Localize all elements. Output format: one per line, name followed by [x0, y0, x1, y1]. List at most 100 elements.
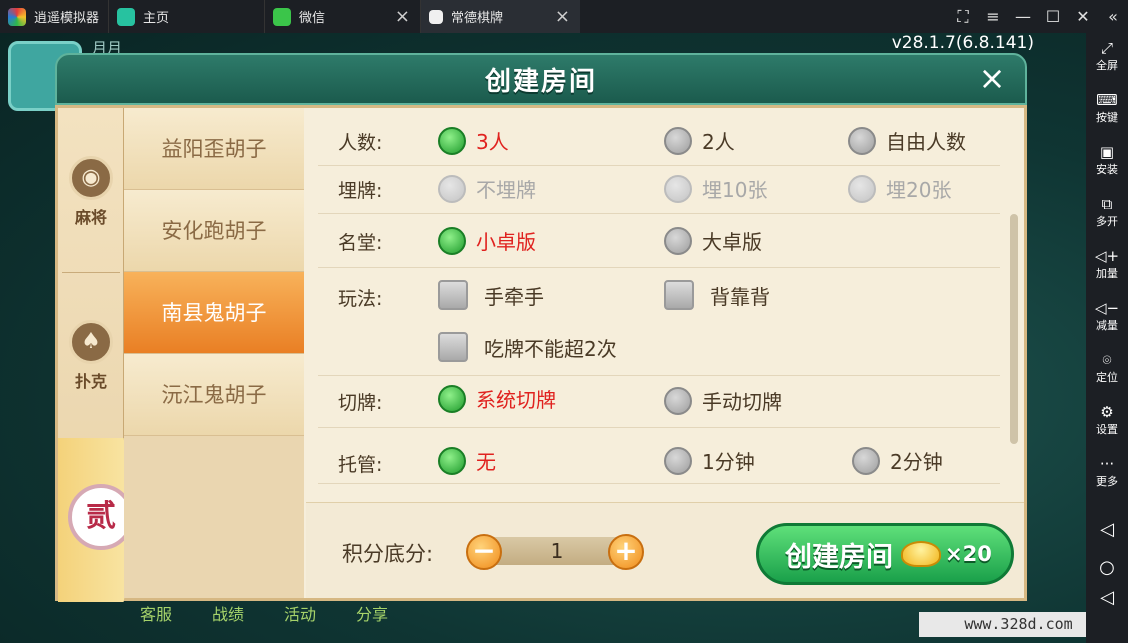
home-circle-icon: ○ [1099, 557, 1115, 578]
options-scrollbar[interactable] [1010, 214, 1018, 444]
checkbox-label: 吃牌不能超2次 [484, 336, 617, 361]
create-room-label: 创建房间 [785, 541, 893, 573]
radio-label: 手动切牌 [702, 390, 782, 414]
app-logo-tab[interactable]: 逍遥模拟器 [0, 0, 108, 33]
option-label-hall: 名堂: [338, 232, 383, 254]
plus-button[interactable]: + [608, 534, 644, 570]
checkbox-icon [664, 280, 694, 310]
dialog-footer: 积分底分: 1 − + 创建房间 ×20 [306, 502, 1024, 598]
radio-off-icon [664, 446, 692, 475]
radio-no-bury: 不埋牌 [438, 174, 536, 203]
sidebar-label: 减量 [1096, 319, 1118, 332]
radio-trustee-1min[interactable]: 1分钟 [664, 446, 755, 475]
radio-big-table[interactable]: 大卓版 [664, 226, 762, 255]
radio-off-icon [848, 126, 876, 155]
radio-2-players[interactable]: 2人 [664, 126, 735, 155]
nav-service[interactable]: 客服 [140, 601, 172, 625]
sidebar-keymap[interactable]: ⌨ 按键 [1086, 91, 1128, 125]
radio-system-cut[interactable]: 系统切牌 [438, 384, 556, 413]
gear-icon: ⚙ [1100, 403, 1114, 421]
radio-small-table[interactable]: 小卓版 [438, 226, 536, 255]
nav-share[interactable]: 分享 [356, 601, 388, 625]
minimize-icon[interactable]: — [1008, 7, 1038, 26]
app-name: 逍遥模拟器 [34, 11, 100, 26]
back-button[interactable]: ◁ [1086, 519, 1128, 540]
multi-window-icon: ⧉ [1101, 195, 1113, 213]
game-item[interactable]: 益阳歪胡子 [124, 108, 304, 190]
sidebar-volume-up[interactable]: ◁+ 加量 [1086, 247, 1128, 281]
collapse-sidebar-icon[interactable]: « [1098, 7, 1128, 26]
checkbox-back-to-back[interactable]: 背靠背 [664, 280, 770, 310]
mahjong-icon: ◉ [69, 156, 113, 200]
radio-label: 埋10张 [702, 178, 768, 202]
radio-3-players[interactable]: 3人 [438, 126, 509, 155]
tab-game-label: 常德棋牌 [451, 11, 504, 26]
close-dialog-button[interactable]: × [975, 61, 1009, 95]
category-poker[interactable]: ♠ 扑克 [58, 320, 124, 392]
back-icon: ◁ [1100, 519, 1114, 540]
maximize-icon[interactable]: ☐ [1038, 7, 1068, 26]
menu-icon[interactable]: ≡ [978, 7, 1008, 26]
sidebar-multi[interactable]: ⧉ 多开 [1086, 195, 1128, 229]
tab-home-label: 主页 [143, 11, 170, 26]
tab-wechat[interactable]: 微信 × [264, 0, 420, 33]
spade-icon: ♠ [69, 320, 113, 364]
game-item[interactable]: 沅江鬼胡子 [124, 354, 304, 436]
sidebar-location[interactable]: ⌾ 定位 [1086, 351, 1128, 385]
game-item[interactable]: 安化跑胡子 [124, 190, 304, 272]
radio-off-icon [852, 446, 880, 475]
nav-records[interactable]: 战绩 [212, 601, 244, 625]
radio-label: 2人 [702, 130, 735, 154]
close-tab-icon[interactable]: × [395, 6, 410, 27]
window-controls: ⛶ ≡ — ☐ ✕ « [948, 0, 1128, 33]
close-tab-icon[interactable]: × [555, 6, 570, 27]
radio-manual-cut[interactable]: 手动切牌 [664, 386, 782, 415]
option-row-players: 人数: 3人 2人 自由人数 [318, 118, 1000, 166]
checkbox-label: 背靠背 [710, 284, 770, 309]
nav-events[interactable]: 活动 [284, 601, 316, 625]
options-panel: 人数: 3人 2人 自由人数 埋牌: 不埋牌 埋10张 埋20张 名堂: 小卓版… [308, 108, 1028, 500]
category-divider [62, 272, 120, 273]
sidebar-label: 更多 [1096, 475, 1118, 488]
home-button[interactable]: ○ [1086, 557, 1128, 578]
radio-free-players[interactable]: 自由人数 [848, 126, 966, 155]
tab-home[interactable]: 主页 [108, 0, 264, 33]
more-icon: ··· [1099, 455, 1115, 473]
location-icon: ⌾ [1102, 351, 1112, 369]
sidebar-settings[interactable]: ⚙ 设置 [1086, 403, 1128, 437]
bottom-nav: 客服 战绩 活动 分享 [140, 601, 388, 625]
sidebar-install[interactable]: ▣ 安装 [1086, 143, 1128, 177]
option-label-trustee: 托管: [338, 454, 383, 476]
volume-up-icon: ◁+ [1094, 247, 1120, 265]
sidebar-volume-down[interactable]: ◁− 减量 [1086, 299, 1128, 333]
radio-trustee-none[interactable]: 无 [438, 446, 496, 475]
radio-label: 3人 [476, 130, 509, 154]
minus-button[interactable]: − [466, 534, 502, 570]
option-label-players: 人数: [338, 132, 383, 154]
keyboard-icon: ⌨ [1096, 91, 1118, 109]
radio-on-icon [438, 446, 466, 475]
category-mahjong[interactable]: ◉ 麻将 [58, 156, 124, 228]
sidebar-more[interactable]: ··· 更多 [1086, 455, 1128, 489]
checkbox-hand-in-hand[interactable]: 手牵手 [438, 280, 544, 310]
score-label: 积分底分: [342, 542, 434, 566]
create-room-button[interactable]: 创建房间 ×20 [756, 523, 1014, 585]
radio-label: 1分钟 [702, 450, 755, 474]
sidebar-label: 安装 [1096, 163, 1118, 176]
sidebar-fullscreen[interactable]: ⤢ 全屏 [1086, 39, 1128, 73]
screenshot-icon[interactable]: ⛶ [948, 7, 978, 27]
radio-label: 小卓版 [476, 230, 536, 254]
create-room-dialog: 创建房间 × ◉ 麻将 ♠ 扑克 贰 益阳歪胡子 安化跑胡子 南县鬼胡子 沅江鬼… [55, 53, 1028, 602]
close-window-icon[interactable]: ✕ [1068, 7, 1098, 26]
tab-game[interactable]: 常德棋牌 × [420, 0, 580, 33]
recents-button[interactable]: ◁ [1086, 587, 1128, 608]
radio-trustee-2min[interactable]: 2分钟 [852, 446, 943, 475]
dialog-title: 创建房间 [484, 67, 597, 97]
home-icon [117, 7, 135, 26]
option-label-play: 玩法: [338, 288, 383, 310]
radio-label: 自由人数 [886, 130, 966, 154]
checkbox-chi-limit[interactable]: 吃牌不能超2次 [438, 332, 617, 362]
watermark: www.328d.com [919, 612, 1086, 637]
radio-label: 大卓版 [702, 230, 762, 254]
game-item-selected[interactable]: 南县鬼胡子 [124, 272, 304, 354]
